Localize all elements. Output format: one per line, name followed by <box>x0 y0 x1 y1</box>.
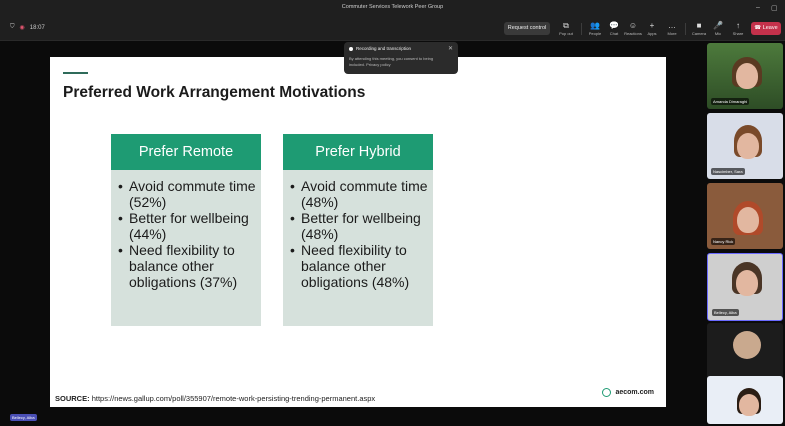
minimize-icon[interactable]: – <box>756 4 760 11</box>
meeting-timer: 18:07 <box>29 24 45 31</box>
participant-tile-active[interactable]: Bellecy, Alba <box>707 253 783 321</box>
request-control-button[interactable]: Request control <box>504 22 550 35</box>
participant-tile[interactable]: Amanda Dimaraghi <box>707 43 783 109</box>
bullet-list: Avoid commute time (48%) Better for well… <box>283 178 433 290</box>
more-icon: … <box>668 21 676 30</box>
record-icon: ◉ <box>19 25 25 31</box>
title-bar: Commuter Services Telework Peer Group – … <box>0 0 785 18</box>
title-accent-line <box>63 72 88 74</box>
participant-face <box>739 394 759 416</box>
participant-face <box>737 133 759 159</box>
participant-face <box>736 270 758 296</box>
meeting-status: ⛉ ◉ 18:07 <box>10 24 45 31</box>
recording-notification: Recording and transcription By attending… <box>344 42 458 74</box>
participant-name: Nascimber, Sara <box>711 168 745 175</box>
apps-icon: + <box>649 21 655 30</box>
share-button[interactable]: ↑ Share <box>727 20 749 36</box>
prefer-remote-card: Prefer Remote Avoid commute time (52%) B… <box>111 134 261 326</box>
participant-tile[interactable]: Nascimber, Sara <box>707 113 783 179</box>
participant-name: Amanda Dimaraghi <box>711 98 750 105</box>
card-header: Prefer Hybrid <box>283 134 433 170</box>
aecom-logo: aecom.com <box>602 388 654 397</box>
participant-name: Nancy Rick <box>711 238 736 245</box>
shield-icon: ⛉ <box>10 24 15 30</box>
list-item: Need flexibility to balance other obliga… <box>118 242 261 290</box>
self-view-label: Bellecy, Alba <box>10 414 37 421</box>
phone-icon: ☎ <box>754 25 763 31</box>
participant-tile[interactable]: Nancy Rick <box>707 183 783 249</box>
apps-button[interactable]: + Apps <box>641 20 663 36</box>
card-header: Prefer Remote <box>111 134 261 170</box>
avatar <box>733 331 761 359</box>
toolbar-divider <box>581 23 582 35</box>
participant-name: Bellecy, Alba <box>712 309 739 316</box>
source-citation: SOURCE: https://news.gallup.com/poll/355… <box>55 394 376 403</box>
notification-title: Recording and transcription <box>356 46 412 51</box>
list-item: Better for wellbeing (44%) <box>118 210 261 242</box>
window-title: Commuter Services Telework Peer Group <box>341 4 444 10</box>
record-icon <box>349 47 353 51</box>
list-item: Need flexibility to balance other obliga… <box>290 242 433 290</box>
share-icon: ↑ <box>736 21 740 30</box>
more-button[interactable]: … More <box>661 20 683 36</box>
leave-button[interactable]: ☎ Leave <box>751 22 781 35</box>
aecom-logo-icon <box>602 388 612 397</box>
mic-icon: 🎤 <box>713 21 723 30</box>
pop-out-icon: ⧉ <box>563 21 569 30</box>
shared-screen: Preferred Work Arrangement Motivations P… <box>50 57 666 407</box>
maximize-icon[interactable]: ▢ <box>771 4 778 12</box>
participant-tile[interactable] <box>707 376 783 424</box>
participant-face <box>737 207 759 233</box>
mic-button[interactable]: 🎤 Mic <box>707 20 729 36</box>
meeting-toolbar: ⛉ ◉ 18:07 Request control ⧉ Pop out 👥 Pe… <box>0 18 785 41</box>
list-item: Avoid commute time (52%) <box>118 178 261 210</box>
pop-out-button[interactable]: ⧉ Pop out <box>555 20 577 36</box>
list-item: Better for wellbeing (48%) <box>290 210 433 242</box>
slide-title: Preferred Work Arrangement Motivations <box>63 84 366 101</box>
bullet-list: Avoid commute time (52%) Better for well… <box>111 178 261 290</box>
notification-body: By attending this meeting, you consent t… <box>349 56 434 67</box>
toolbar-divider <box>685 23 686 35</box>
close-icon[interactable]: ✕ <box>448 45 453 52</box>
participant-face <box>736 63 758 89</box>
prefer-hybrid-card: Prefer Hybrid Avoid commute time (48%) B… <box>283 134 433 326</box>
list-item: Avoid commute time (48%) <box>290 178 433 210</box>
